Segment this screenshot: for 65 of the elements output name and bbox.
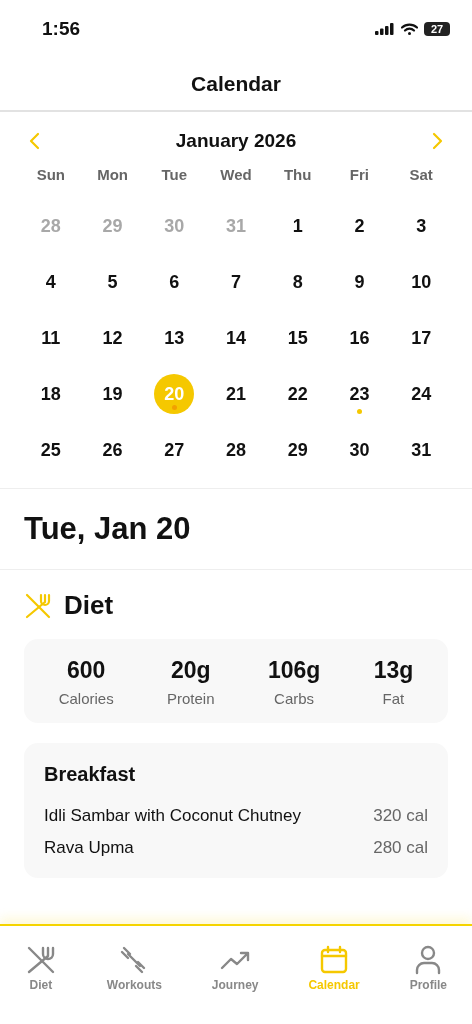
section-title: Diet: [64, 590, 114, 621]
weekday-label: Tue: [160, 166, 189, 185]
weekday-label: Mon: [96, 166, 129, 185]
calendar-day[interactable]: 22: [277, 374, 318, 414]
signal-icon: [375, 23, 395, 35]
meal-title: Breakfast: [44, 763, 137, 786]
profile-tab[interactable]: Profile: [409, 944, 447, 992]
calendar-day[interactable]: 9: [339, 262, 380, 302]
calendar-day[interactable]: 4: [30, 262, 71, 302]
weekday-label: Wed: [219, 166, 253, 185]
calendar-day[interactable]: 12: [92, 318, 133, 358]
calendar-day[interactable]: 1: [277, 206, 318, 246]
calendar-day[interactable]: 17: [401, 318, 442, 358]
journey-tab[interactable]: Journey: [211, 944, 259, 992]
macro-label: Fat: [382, 690, 405, 707]
calendar-day[interactable]: 13: [154, 318, 195, 358]
utensils-icon: [24, 591, 52, 620]
month-title: January 2026: [175, 130, 297, 152]
screen-title: Calendar: [191, 72, 281, 96]
food-name: Idli Sambar with Coconut Chutney: [44, 806, 302, 826]
battery-indicator: 27: [424, 22, 450, 36]
calendar-day[interactable]: 3: [401, 206, 442, 246]
calendar-day[interactable]: 25: [30, 430, 71, 470]
calendar-day[interactable]: 23: [339, 374, 380, 414]
macro-label: Protein: [167, 690, 215, 707]
calendar-day[interactable]: 16: [339, 318, 380, 358]
calendar-day[interactable]: 31: [401, 430, 442, 470]
macro-value: 600: [67, 657, 106, 684]
calendar-day[interactable]: 24: [401, 374, 442, 414]
calendar-day[interactable]: 15: [277, 318, 318, 358]
calendar-day[interactable]: 7: [216, 262, 256, 302]
calendar-day[interactable]: 27: [154, 430, 195, 470]
workouts-tab[interactable]: Workouts: [106, 944, 162, 992]
wifi-icon: [401, 23, 418, 35]
food-calories: 320 cal: [373, 806, 428, 826]
calendar-day[interactable]: 18: [30, 374, 71, 414]
calendar-day[interactable]: 11: [30, 318, 71, 358]
food-name: Rava Upma: [44, 838, 134, 858]
calendar-day[interactable]: 29: [277, 430, 318, 470]
food-calories: 280 cal: [373, 838, 428, 858]
macro-value: 20g: [170, 657, 211, 684]
calendar-day[interactable]: 28: [216, 430, 256, 470]
previous-month-button[interactable]: [28, 132, 42, 150]
calendar-day[interactable]: 10: [401, 262, 442, 302]
calendar-day[interactable]: 21: [216, 374, 256, 414]
weekday-label: Fri: [348, 166, 370, 185]
status-time: 1:56: [42, 18, 81, 40]
calendar-day[interactable]: 14: [216, 318, 256, 358]
calendar-day[interactable]: 8: [277, 262, 318, 302]
weekday-label: Sun: [35, 166, 66, 185]
macro-label: Carbs: [274, 690, 315, 707]
macro-value: 13g: [373, 657, 414, 684]
calendar-day[interactable]: 26: [92, 430, 133, 470]
calendar-day[interactable]: 6: [154, 262, 195, 302]
weekday-label: Thu: [282, 166, 313, 185]
calendar-day[interactable]: 30: [339, 430, 380, 470]
macro-label: Calories: [58, 690, 114, 707]
macro-value: 106g: [267, 657, 321, 684]
selected-date: Tue, Jan 20: [24, 511, 191, 546]
calendar-day[interactable]: 5: [92, 262, 133, 302]
next-month-button[interactable]: [430, 132, 444, 150]
calendar-day[interactable]: 2: [339, 206, 380, 246]
weekday-label: Sat: [408, 166, 434, 185]
diet-tab[interactable]: Diet: [24, 944, 57, 992]
calendar-day[interactable]: 19: [92, 374, 133, 414]
